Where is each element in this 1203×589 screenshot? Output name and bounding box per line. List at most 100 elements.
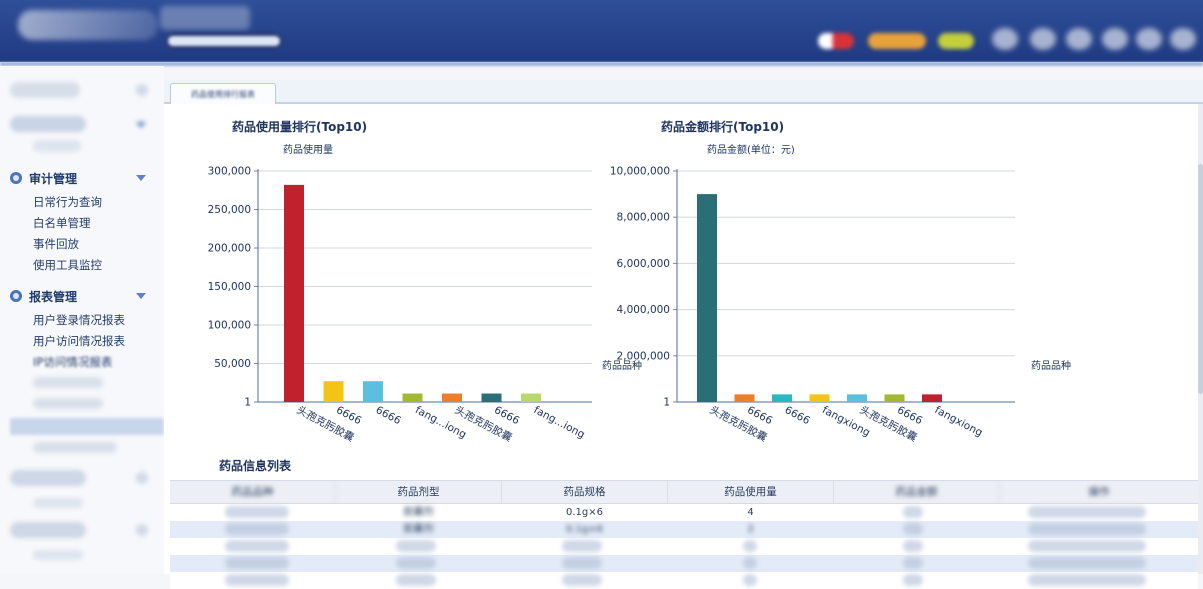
y-tick-label: 4,000,000 — [617, 304, 670, 316]
main-content: 药品使用排行报表 药品使用量排行(Top10) 药品使用量 药品品种 药品金额排… — [164, 66, 1203, 589]
bar — [734, 394, 755, 402]
y-tick-label: 250,000 — [208, 204, 251, 216]
table-cell-blurred — [1028, 557, 1146, 569]
sidebar-item-blurred[interactable] — [33, 442, 117, 453]
sidebar-item-blurred[interactable] — [33, 498, 83, 508]
settings-icon[interactable] — [1066, 28, 1092, 50]
table-cell-blurred — [396, 574, 436, 586]
bar — [284, 184, 304, 402]
sidebar-section-blurred[interactable] — [10, 522, 86, 538]
collapse-icon[interactable] — [136, 472, 148, 484]
sidebar-item-access-report[interactable]: 用户访问情况报表 — [33, 333, 125, 349]
header-search-input[interactable] — [165, 33, 283, 49]
x-tick-label: fangxiong — [933, 404, 985, 439]
bar — [772, 394, 792, 402]
bar — [363, 381, 383, 402]
y-tick-label: 6,000,000 — [617, 258, 670, 270]
x-tick-label: 6666 — [374, 404, 404, 427]
drug-list-title: 药品信息列表 — [219, 459, 292, 473]
sidebar-item-blurred[interactable] — [33, 140, 81, 152]
sidebar-section-blurred[interactable] — [10, 116, 86, 132]
sidebar-item-event-replay[interactable]: 事件回放 — [33, 236, 79, 252]
scrollbar-thumb[interactable] — [1198, 164, 1203, 394]
help-icon[interactable] — [1102, 28, 1128, 50]
column-header[interactable]: 药品规格 — [502, 481, 668, 503]
table-cell: 胶囊剂 — [403, 524, 434, 535]
user-icon[interactable] — [992, 28, 1018, 50]
column-header[interactable]: 药品剂型 — [336, 481, 502, 503]
table-cell-blurred — [225, 574, 289, 586]
tab-drug-usage-report[interactable]: 药品使用排行报表 — [170, 83, 276, 104]
x-tick-label: fang...iong — [532, 404, 587, 441]
sidebar-item-blurred[interactable] — [33, 398, 103, 409]
table-cell-blurred — [562, 574, 602, 586]
table-row[interactable]: 胶囊剂 0.1g×6 4 — [170, 504, 1198, 521]
home-icon[interactable] — [1030, 28, 1056, 50]
power-icon[interactable] — [1170, 28, 1196, 50]
sidebar-section-label: 报表管理 — [29, 289, 78, 304]
bar — [521, 393, 541, 402]
table-cell-blurred — [903, 523, 923, 535]
bar — [402, 393, 423, 402]
table-row[interactable] — [170, 572, 1198, 589]
vertical-scrollbar[interactable] — [1198, 104, 1203, 574]
table-cell-blurred — [903, 557, 923, 569]
column-header[interactable]: 药品使用量 — [668, 481, 834, 503]
column-header[interactable]: 药品金额 — [834, 481, 1000, 503]
table-cell-blurred — [396, 540, 436, 552]
table-row[interactable] — [170, 538, 1198, 555]
bar — [442, 393, 462, 402]
table-cell-blurred — [903, 540, 923, 552]
y-tick-label: 10,000,000 — [610, 166, 670, 178]
bar — [884, 394, 905, 402]
table-cell-blurred — [743, 557, 757, 569]
table-cell-blurred — [1028, 506, 1146, 518]
bar — [697, 194, 717, 402]
y-tick-label: 2,000,000 — [617, 350, 670, 362]
table-cell-blurred — [1028, 523, 1146, 535]
column-header[interactable]: 药品品种 — [170, 481, 336, 503]
y-tick-label: 8,000,000 — [617, 212, 670, 224]
sidebar-item-active[interactable] — [10, 418, 164, 435]
bar — [922, 394, 942, 402]
table-cell-blurred — [743, 574, 757, 586]
lock-icon[interactable] — [1136, 28, 1162, 50]
tab-bar: 药品使用排行报表 — [164, 80, 1203, 104]
table-cell-blurred — [743, 540, 757, 552]
sidebar-item-blurred[interactable] — [33, 550, 83, 560]
bar — [809, 394, 830, 402]
table-cell-blurred — [225, 540, 289, 552]
chevron-down-icon[interactable] — [136, 293, 146, 299]
y-tick-label: 300,000 — [208, 166, 251, 178]
sidebar-item-login-report[interactable]: 用户登录情况报表 — [33, 312, 125, 328]
chart-title-amount: 药品金额排行(Top10) — [661, 120, 785, 134]
warning-indicator[interactable] — [868, 33, 926, 49]
alert-indicator[interactable] — [818, 33, 854, 49]
table-cell: 胶囊剂 — [403, 507, 434, 518]
chevron-down-icon[interactable] — [136, 122, 146, 128]
sidebar-item-whitelist[interactable]: 白名单管理 — [33, 215, 91, 231]
collapse-icon[interactable] — [136, 524, 148, 536]
sidebar-section-reports[interactable]: 报表管理 — [10, 287, 77, 305]
column-header[interactable]: 操作 — [1000, 481, 1198, 503]
collapse-icon[interactable] — [136, 84, 148, 96]
sidebar-collapsed-item[interactable] — [10, 82, 80, 98]
status-indicator[interactable] — [938, 33, 974, 49]
table-cell-blurred — [396, 557, 436, 569]
y-tick-label: 100,000 — [208, 320, 251, 332]
table-row[interactable]: 胶囊剂 0.1g×6 2 — [170, 521, 1198, 538]
sidebar-item-daily-behavior[interactable]: 日常行为查询 — [33, 194, 102, 210]
sidebar-item-tool-monitor[interactable]: 使用工具监控 — [33, 257, 102, 273]
sidebar-section-blurred[interactable] — [10, 470, 86, 486]
app-header — [0, 0, 1203, 62]
table-cell-blurred — [562, 557, 602, 569]
table-row[interactable] — [170, 555, 1198, 572]
sidebar-section-audit[interactable]: 审计管理 — [10, 169, 77, 187]
y-tick-label: 200,000 — [208, 243, 251, 255]
chevron-down-icon[interactable] — [136, 175, 146, 181]
sidebar-item-ip-report[interactable]: IP访问情况报表 — [33, 354, 112, 370]
chart-title-usage: 药品使用量排行(Top10) — [232, 120, 368, 134]
gear-icon — [10, 290, 22, 302]
sidebar-item-blurred[interactable] — [33, 377, 103, 388]
gear-icon — [10, 172, 22, 184]
